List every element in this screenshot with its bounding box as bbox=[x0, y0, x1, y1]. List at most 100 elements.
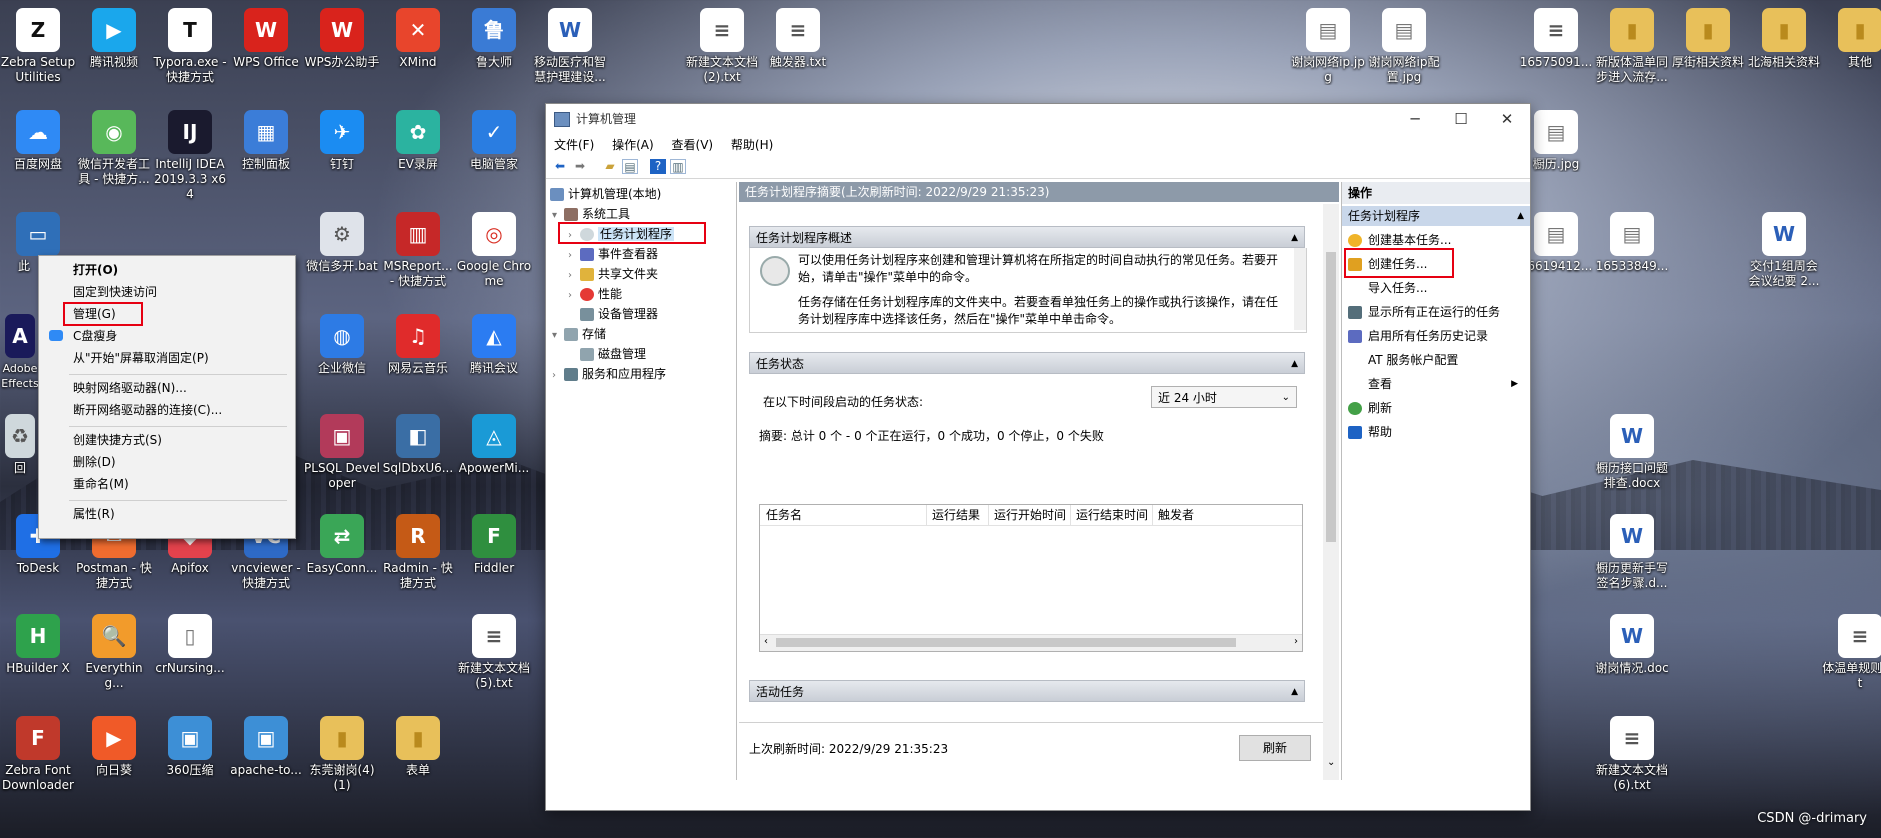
desktop-icon[interactable]: W WPS Office bbox=[228, 8, 304, 70]
status-section-header[interactable]: 任务状态 ▲ bbox=[749, 352, 1305, 374]
menu-help[interactable]: 帮助(H) bbox=[731, 138, 773, 152]
desktop-icon[interactable]: W WPS办公助手 bbox=[304, 8, 380, 70]
menu-item-pin-quick-access[interactable]: 固定到快速访问 bbox=[73, 282, 157, 302]
overview-section-header[interactable]: 任务计划程序概述 ▲ bbox=[749, 226, 1305, 248]
minimize-button[interactable]: ─ bbox=[1392, 104, 1438, 134]
desktop-icon[interactable]: ✿ EV录屏 bbox=[380, 110, 456, 172]
menu-action[interactable]: 操作(A) bbox=[612, 138, 654, 152]
column-triggered-by[interactable]: 触发者 bbox=[1152, 505, 1218, 525]
desktop-icon[interactable]: ▮ 东莞谢岗(4)(1) bbox=[304, 716, 380, 793]
menu-item-open[interactable]: 打开(O) bbox=[73, 260, 118, 280]
forward-arrow-icon[interactable]: ➡ bbox=[572, 159, 588, 174]
action-show-running-tasks[interactable]: 显示所有正在运行的任务 bbox=[1348, 302, 1500, 322]
column-task-name[interactable]: 任务名 bbox=[760, 505, 927, 525]
close-button[interactable]: ✕ bbox=[1484, 104, 1530, 134]
expand-arrow-icon[interactable]: › bbox=[568, 266, 580, 286]
desktop-icon[interactable]: F Zebra Font Downloader bbox=[0, 716, 76, 793]
desktop-icon[interactable]: ▦ 控制面板 bbox=[228, 110, 304, 172]
desktop-icon[interactable]: Z Zebra Setup Utilities bbox=[0, 8, 76, 85]
desktop-icon[interactable]: ≡ 16575091... bbox=[1518, 8, 1594, 70]
tree-node-storage[interactable]: ▾ 存储 bbox=[552, 324, 606, 344]
scroll-left-icon[interactable]: ‹ bbox=[764, 636, 768, 647]
desktop-icon[interactable]: ▯ crNursing... bbox=[152, 614, 228, 676]
tree-node-event-viewer[interactable]: › 事件查看器 bbox=[568, 244, 658, 264]
desktop-icon[interactable]: W 橱历接口问题排查.docx bbox=[1594, 414, 1670, 491]
action-import-task[interactable]: 导入任务... bbox=[1348, 278, 1427, 298]
collapse-caret-icon[interactable]: ▲ bbox=[1291, 227, 1298, 249]
desktop-icon[interactable]: ≡ 触发器.txt bbox=[760, 8, 836, 70]
expand-arrow-icon[interactable]: › bbox=[568, 246, 580, 266]
expand-arrow-icon[interactable]: › bbox=[552, 366, 564, 386]
desktop-icon[interactable]: ▤ 16533849... bbox=[1594, 212, 1670, 274]
desktop-icon[interactable]: ▮ 新版体温单同步进入流存... bbox=[1594, 8, 1670, 85]
desktop-icon[interactable]: ▥ MSReport... - 快捷方式 bbox=[380, 212, 456, 289]
action-pane-icon[interactable]: ▥ bbox=[670, 159, 686, 174]
back-arrow-icon[interactable]: ⬅ bbox=[552, 159, 568, 174]
desktop-icon[interactable]: W 谢岗情况.doc bbox=[1594, 614, 1670, 676]
menu-item-create-shortcut[interactable]: 创建快捷方式(S) bbox=[73, 430, 162, 450]
maximize-button[interactable]: ☐ bbox=[1438, 104, 1484, 134]
column-run-result[interactable]: 运行结果 bbox=[926, 505, 989, 525]
desktop-icon[interactable]: ▣ 360压缩 bbox=[152, 716, 228, 778]
desktop-icon[interactable]: ⇄ EasyConn... bbox=[304, 514, 380, 576]
menu-item-unpin-start[interactable]: 从"开始"屏幕取消固定(P) bbox=[73, 348, 209, 368]
action-enable-history[interactable]: 启用所有任务历史记录 bbox=[1348, 326, 1488, 346]
desktop-icon-recycle[interactable]: ♻ 回 bbox=[0, 414, 40, 476]
desktop-icon[interactable]: H HBuilder X bbox=[0, 614, 76, 676]
show-hide-tree-icon[interactable]: ▤ bbox=[622, 159, 638, 174]
desktop-icon[interactable]: ◧ SqlDbxU6... bbox=[380, 414, 456, 476]
scroll-right-icon[interactable]: › bbox=[1294, 636, 1298, 647]
desktop-icon[interactable]: ◬ ApowerMi... bbox=[456, 414, 532, 476]
menu-view[interactable]: 查看(V) bbox=[672, 138, 714, 152]
active-tasks-section-header[interactable]: 活动任务 ▲ bbox=[749, 680, 1305, 702]
desktop-icon[interactable]: ◎ Google Chrome bbox=[456, 212, 532, 289]
tree-node-services-apps[interactable]: › 服务和应用程序 bbox=[552, 364, 666, 384]
vertical-scrollbar[interactable]: ⌄ bbox=[1323, 204, 1339, 780]
action-refresh[interactable]: 刷新 bbox=[1348, 398, 1392, 418]
menu-item-c-cleanup[interactable]: C盘瘦身 bbox=[49, 326, 117, 346]
desktop-icon[interactable]: ▶ 腾讯视频 bbox=[76, 8, 152, 70]
desktop-icon[interactable]: R Radmin - 快捷方式 bbox=[380, 514, 456, 591]
desktop-icon[interactable]: IJ IntelliJ IDEA 2019.3.3 x64 bbox=[152, 110, 228, 202]
desktop-icon[interactable]: ✕ XMind bbox=[380, 8, 456, 70]
desktop-icon[interactable]: ≡ 新建文本文档(2).txt bbox=[684, 8, 760, 85]
desktop-icon[interactable]: 🔍 Everything... bbox=[76, 614, 152, 691]
desktop-icon[interactable]: ✓ 电脑管家 bbox=[456, 110, 532, 172]
menu-file[interactable]: 文件(F) bbox=[554, 138, 594, 152]
desktop-icon[interactable]: ▮ 北海相关资料 bbox=[1746, 8, 1822, 70]
actions-group-task-scheduler[interactable]: 任务计划程序 ▲ bbox=[1342, 206, 1530, 226]
desktop-icon[interactable]: ▮ 厚街相关资料 bbox=[1670, 8, 1746, 70]
horizontal-scrollbar[interactable]: ‹ › bbox=[760, 634, 1302, 651]
desktop-icon[interactable]: 鲁鲁大师 bbox=[456, 8, 532, 70]
scroll-thumb[interactable] bbox=[1326, 252, 1336, 542]
desktop-icon[interactable]: ✈ 钉钉 bbox=[304, 110, 380, 172]
title-bar[interactable]: 计算机管理 ─ ☐ ✕ bbox=[546, 104, 1530, 134]
menu-item-rename[interactable]: 重命名(M) bbox=[73, 474, 129, 494]
column-run-start[interactable]: 运行开始时间 bbox=[988, 505, 1071, 525]
desktop-icon[interactable]: ▮ 其他 bbox=[1822, 8, 1881, 70]
menu-item-properties[interactable]: 属性(R) bbox=[73, 504, 115, 524]
desktop-icon[interactable]: F Fiddler bbox=[456, 514, 532, 576]
tree-node-performance[interactable]: › 性能 bbox=[568, 284, 622, 304]
collapse-caret-icon[interactable]: ▲ bbox=[1517, 206, 1524, 226]
scroll-thumb[interactable] bbox=[776, 638, 1236, 647]
desktop-icon[interactable]: ≡ 新建文本文档(6).txt bbox=[1594, 716, 1670, 793]
desktop-icon[interactable]: ☁ 百度网盘 bbox=[0, 110, 76, 172]
menu-item-disconnect-drive[interactable]: 断开网络驱动器的连接(C)... bbox=[73, 400, 222, 420]
tree-node-system-tools[interactable]: ▾ 系统工具 bbox=[552, 204, 630, 224]
desktop-icon[interactable]: ▤ 谢岗网络ip配置.jpg bbox=[1366, 8, 1442, 85]
tree-node-shared-folders[interactable]: › 共享文件夹 bbox=[568, 264, 658, 284]
desktop-icon[interactable]: ◉ 微信开发者工具 - 快捷方... bbox=[76, 110, 152, 187]
expand-arrow-icon[interactable]: › bbox=[568, 286, 580, 306]
status-period-select[interactable]: 近 24 小时 ⌄ bbox=[1151, 386, 1297, 408]
overview-scrollbar[interactable] bbox=[1294, 248, 1306, 330]
desktop-icon-adobe[interactable]: A Adobe Effects bbox=[0, 314, 40, 391]
desktop-icon[interactable]: W 橱历更新手写签名步骤.d... bbox=[1594, 514, 1670, 591]
action-at-service-account[interactable]: AT 服务帐户配置 bbox=[1348, 350, 1458, 370]
desktop-icon[interactable]: W 交付1组周会会议纪要 2... bbox=[1746, 212, 1822, 289]
scroll-down-icon[interactable]: ⌄ bbox=[1327, 757, 1335, 768]
tree-node-device-manager[interactable]: 设备管理器 bbox=[568, 304, 658, 324]
action-create-basic-task[interactable]: 创建基本任务... bbox=[1348, 230, 1451, 250]
desktop-icon[interactable]: ▣ PLSQL Developer bbox=[304, 414, 380, 491]
collapse-caret-icon[interactable]: ▲ bbox=[1291, 681, 1298, 703]
